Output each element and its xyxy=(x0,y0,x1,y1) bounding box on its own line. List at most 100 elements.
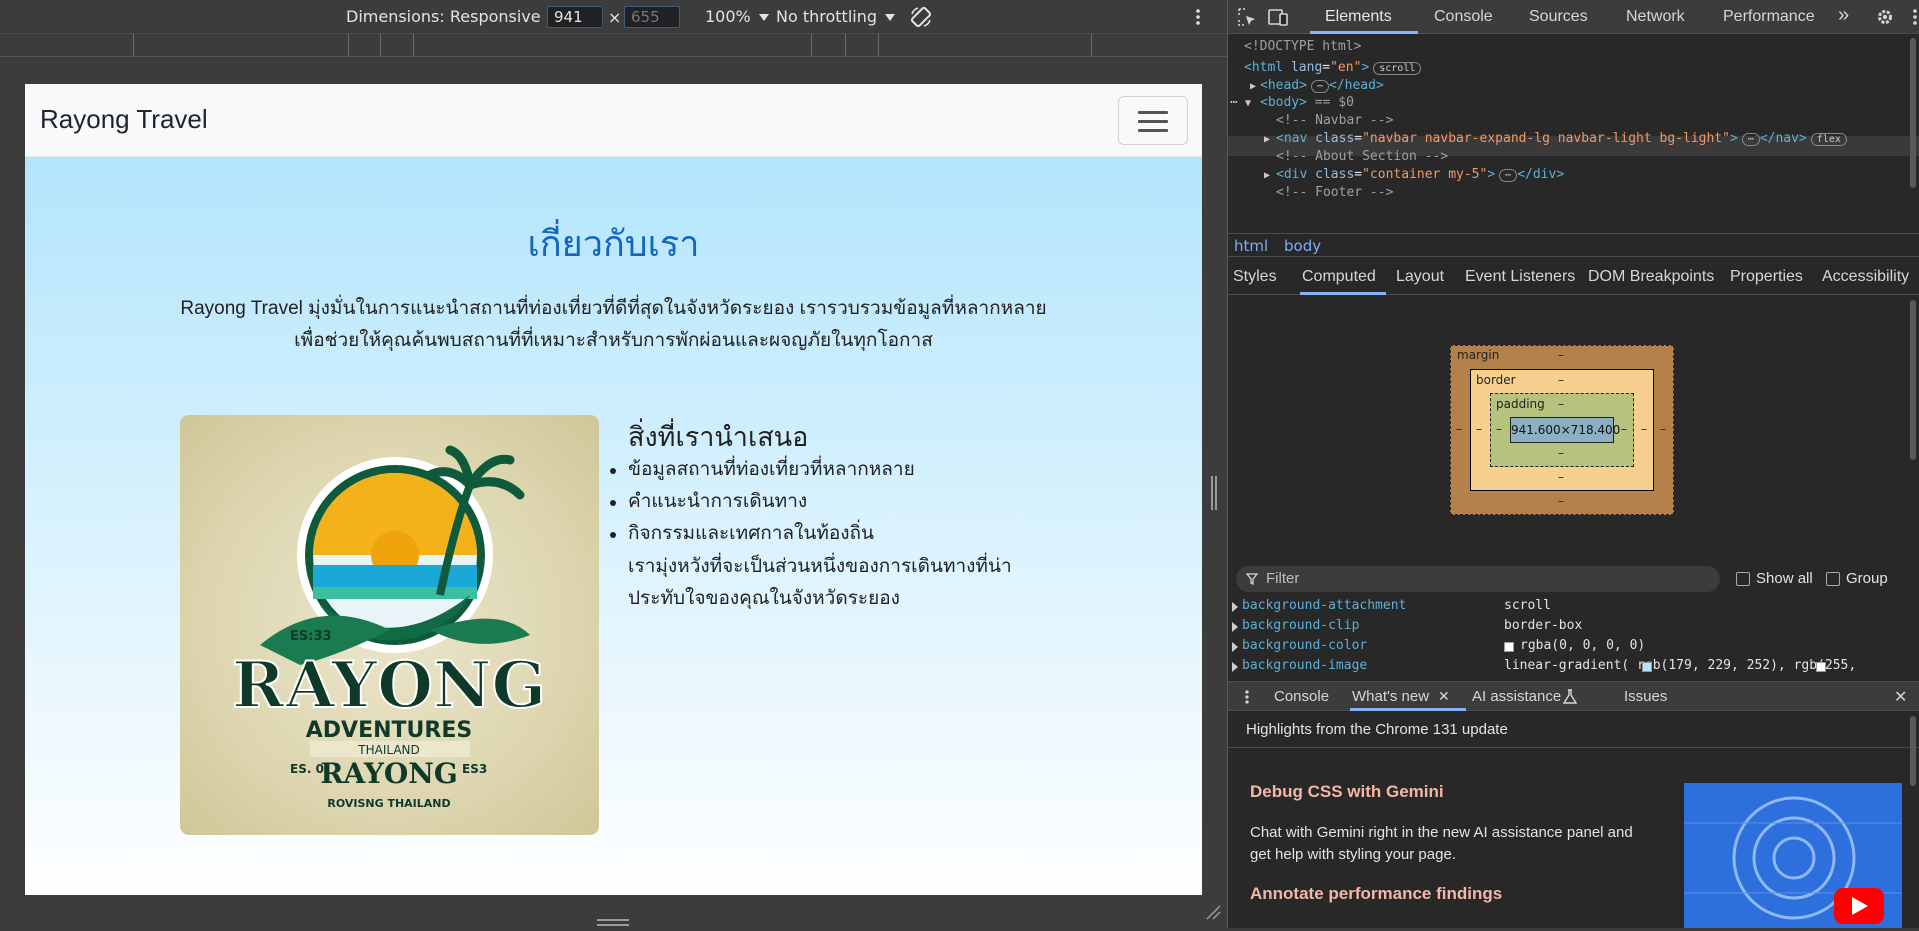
color-swatch[interactable] xyxy=(1642,662,1652,672)
subtab-computed[interactable]: Computed xyxy=(1302,268,1376,286)
subtab-event-listeners[interactable]: Event Listeners xyxy=(1465,268,1575,286)
offer-item: กิจกรรมและเทศกาลในท้องถิ่น xyxy=(628,522,875,544)
whats-new-header-text: Highlights from the Chrome 131 update xyxy=(1246,721,1508,738)
padding-top-value: – xyxy=(1558,397,1564,411)
border-label: border xyxy=(1476,373,1516,387)
gear-icon[interactable] xyxy=(1876,8,1894,26)
tab-elements[interactable]: Elements xyxy=(1325,8,1392,26)
dom-comment-navbar[interactable]: <!-- Navbar --> xyxy=(1276,113,1393,128)
drawer-tab-console[interactable]: Console xyxy=(1274,688,1329,705)
expand-arrow-icon[interactable] xyxy=(1232,602,1238,612)
drawer-tab-whats-new[interactable]: What's new xyxy=(1352,688,1429,705)
more-tabs-icon[interactable]: » xyxy=(1838,4,1849,27)
box-model-content-size[interactable]: 941.600×718.400 xyxy=(1510,417,1620,443)
drawer-tab-ai-assistance[interactable]: AI assistance xyxy=(1472,688,1561,705)
node-actions-icon[interactable]: ⋯ xyxy=(1230,95,1238,110)
more-vert-icon[interactable] xyxy=(1194,8,1202,26)
drawer-scrollbar[interactable] xyxy=(1910,716,1916,786)
expand-arrow-icon[interactable]: ▶ xyxy=(1264,134,1270,145)
tab-performance[interactable]: Performance xyxy=(1723,8,1815,26)
more-vert-icon[interactable] xyxy=(1912,8,1918,26)
tab-sources[interactable]: Sources xyxy=(1529,8,1588,26)
border-top-value: – xyxy=(1558,373,1564,387)
subtab-accessibility[interactable]: Accessibility xyxy=(1822,268,1909,286)
whats-new-title[interactable]: Annotate performance findings xyxy=(1250,884,1502,904)
dom-scrollbar[interactable] xyxy=(1910,38,1916,188)
closing-text-line: เรามุ่งหวังที่จะเป็นส่วนหนึ่งของการเดินท… xyxy=(628,555,1012,577)
throttling-dropdown[interactable]: No throttling xyxy=(776,7,896,26)
color-swatch[interactable] xyxy=(1816,662,1826,672)
computed-scrollbar[interactable] xyxy=(1910,300,1916,460)
whats-new-title[interactable]: Debug CSS with Gemini xyxy=(1250,782,1444,802)
expand-arrow-icon[interactable] xyxy=(1232,642,1238,652)
dom-comment-about[interactable]: <!-- About Section --> xyxy=(1276,149,1448,164)
dom-head-node[interactable]: <head> ⋯ </head> xyxy=(1260,78,1384,93)
resize-handle-icon[interactable] xyxy=(597,912,629,926)
computed-property-row[interactable]: background-color rgba(0, 0, 0, 0) xyxy=(1228,638,1919,658)
collapse-arrow-icon[interactable]: ▼ xyxy=(1245,98,1251,109)
times-sign: × xyxy=(608,8,622,27)
crumb-html[interactable]: html xyxy=(1234,237,1268,255)
width-input[interactable]: 941 xyxy=(547,6,603,28)
subtab-styles[interactable]: Styles xyxy=(1233,268,1277,286)
navbar-toggler-button[interactable] xyxy=(1118,96,1188,145)
tab-network[interactable]: Network xyxy=(1626,8,1685,26)
computed-property-row[interactable]: background-clip border-box xyxy=(1228,618,1919,638)
offer-item: ข้อมูลสถานที่ท่องเที่ยวที่หลากหลาย xyxy=(628,458,915,480)
whats-new-text: Chat with Gemini right in the new AI ass… xyxy=(1250,824,1633,841)
tab-console[interactable]: Console xyxy=(1434,8,1493,26)
filter-input[interactable]: Filter xyxy=(1236,566,1720,592)
zoom-label: 100% xyxy=(705,7,751,26)
drawer-tab-issues[interactable]: Issues xyxy=(1624,688,1667,705)
height-input[interactable]: 655 xyxy=(624,6,680,28)
computed-property-row[interactable]: background-image linear-gradient( rgb(17… xyxy=(1228,658,1919,678)
dom-comment-footer[interactable]: <!-- Footer --> xyxy=(1276,185,1393,200)
split-drag-handle-icon[interactable] xyxy=(1210,476,1218,510)
svg-text:ES:33: ES:33 xyxy=(290,629,332,644)
subtab-properties[interactable]: Properties xyxy=(1730,268,1803,286)
dimensions-dropdown[interactable]: Dimensions: Responsive xyxy=(346,7,559,26)
show-all-checkbox[interactable] xyxy=(1736,572,1750,586)
color-swatch[interactable] xyxy=(1504,642,1514,652)
margin-top-value: – xyxy=(1558,348,1564,362)
close-icon[interactable]: ✕ xyxy=(1438,689,1450,705)
zoom-dropdown[interactable]: 100% xyxy=(705,7,769,26)
subtab-dom-breakpoints[interactable]: DOM Breakpoints xyxy=(1588,268,1714,286)
expand-arrow-icon[interactable]: ▶ xyxy=(1264,170,1270,181)
about-lead-line: Rayong Travel มุ่งมั่นในการแนะนำสถานที่ท… xyxy=(180,298,1047,319)
dom-doctype[interactable]: <!DOCTYPE html> xyxy=(1244,39,1361,54)
navbar-brand[interactable]: Rayong Travel xyxy=(40,104,208,135)
ruler-tick xyxy=(878,34,879,56)
close-drawer-icon[interactable]: ✕ xyxy=(1894,687,1907,706)
closing-text-line: ประทับใจของคุณในจังหวัดระยอง xyxy=(628,587,900,609)
chevron-down-icon xyxy=(885,14,896,21)
computed-property-row[interactable]: background-attachment scroll xyxy=(1228,598,1919,618)
expand-arrow-icon[interactable] xyxy=(1232,662,1238,672)
dom-nav-node[interactable]: <nav class="navbar navbar-expand-lg navb… xyxy=(1276,131,1847,146)
border-left-value: – xyxy=(1476,422,1482,436)
ruler-tick xyxy=(1091,34,1092,56)
more-vert-icon[interactable] xyxy=(1244,689,1250,705)
ruler-tick xyxy=(811,34,812,56)
about-section: เกี่ยวกับเรา Rayong Travel มุ่งมั่นในการ… xyxy=(25,157,1202,895)
svg-text:RAYONG: RAYONG xyxy=(320,757,457,790)
subtab-layout[interactable]: Layout xyxy=(1396,268,1444,286)
devtools-tabbar: Elements Console Sources Network Perform… xyxy=(1228,0,1919,34)
devtools-panel: Elements Console Sources Network Perform… xyxy=(1228,0,1919,928)
expand-arrow-icon[interactable]: ▶ xyxy=(1250,81,1256,92)
group-checkbox[interactable] xyxy=(1826,572,1840,586)
expand-arrow-icon[interactable] xyxy=(1232,622,1238,632)
corner-resize-icon[interactable] xyxy=(1205,904,1221,920)
dom-body-node[interactable]: <body> == $0 xyxy=(1260,95,1354,110)
dom-html-node[interactable]: <html lang="en"> scroll xyxy=(1244,60,1422,75)
media-query-ruler[interactable] xyxy=(0,34,1227,57)
crumb-body[interactable]: body xyxy=(1284,237,1321,255)
ruler-tick xyxy=(348,34,349,56)
device-toolbar-icon[interactable] xyxy=(1268,8,1288,26)
padding-label: padding xyxy=(1496,397,1545,411)
whats-new-video-thumbnail[interactable] xyxy=(1684,783,1902,928)
dom-div-node[interactable]: <div class="container my-5"> ⋯ </div> xyxy=(1276,167,1564,182)
rotate-icon[interactable] xyxy=(909,5,933,29)
inspect-element-icon[interactable] xyxy=(1238,8,1256,26)
offer-item: คำแนะนำการเดินทาง xyxy=(628,490,808,512)
